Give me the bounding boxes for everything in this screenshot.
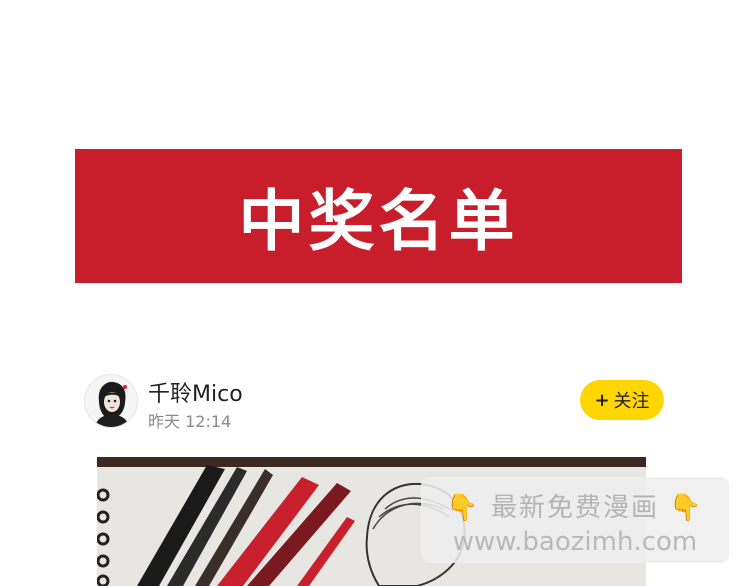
site-watermark: 👇 最新免费漫画 👇 www.baozimh.com (421, 477, 729, 563)
plus-icon: + (594, 389, 610, 411)
prize-list-banner: 中奖名单 (75, 149, 682, 283)
follow-button[interactable]: + 关注 (580, 380, 664, 420)
watermark-title-row: 👇 最新免费漫画 👇 (421, 487, 729, 524)
watermark-title: 最新免费漫画 (490, 493, 659, 523)
user-avatar[interactable] (84, 374, 138, 428)
pointing-down-hand-icon: 👇 (446, 493, 481, 523)
follow-label: 关注 (613, 391, 650, 412)
avatar-illustration (85, 375, 137, 427)
watermark-url: www.baozimh.com (452, 527, 698, 557)
username[interactable]: 千聆Mico (148, 376, 243, 408)
pointing-down-hand-icon: 👇 (669, 493, 704, 523)
banner-title: 中奖名单 (238, 183, 519, 260)
post-header: 千聆Mico 昨天 12:14 + 关注 (84, 372, 664, 432)
post-timestamp: 昨天 12:14 (148, 412, 232, 431)
